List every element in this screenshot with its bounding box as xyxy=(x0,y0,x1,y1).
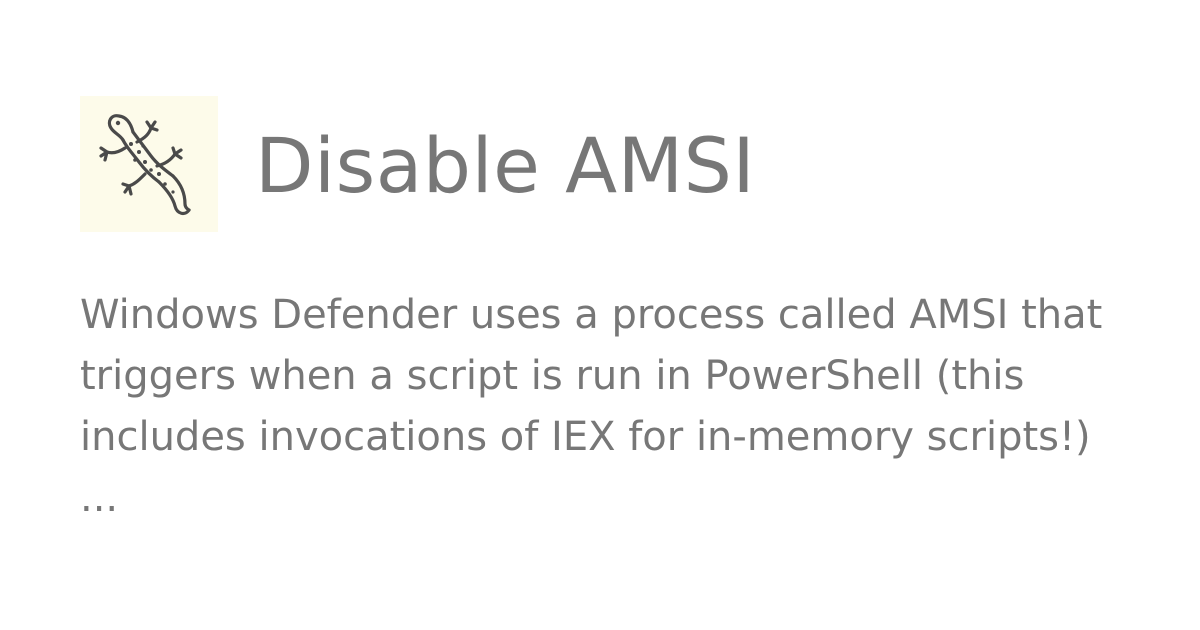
description-text: Windows Defender uses a process called A… xyxy=(80,292,1103,521)
preview-card: Disable AMSI Windows Defender uses a pro… xyxy=(0,0,1200,630)
gecko-icon xyxy=(99,114,191,216)
site-logo xyxy=(80,96,218,232)
page-title: Disable AMSI xyxy=(255,121,756,210)
